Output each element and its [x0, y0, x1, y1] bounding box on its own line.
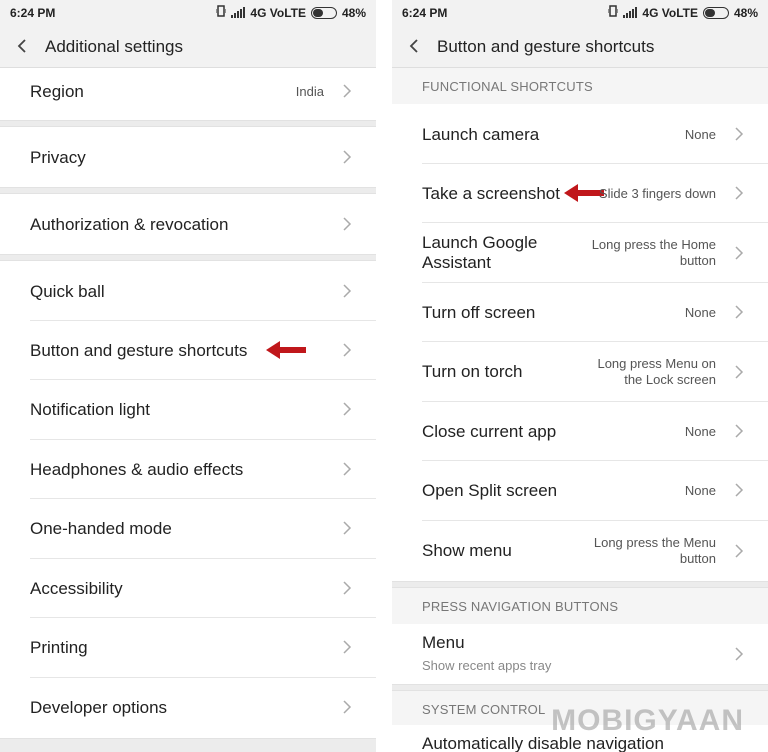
chevron-right-icon	[735, 365, 744, 379]
network-label: 4G VoLTE	[642, 5, 698, 20]
settings-item-label: Privacy	[30, 148, 86, 167]
shortcut-label: Show menu	[422, 541, 512, 560]
chevron-right-icon	[735, 305, 744, 319]
vibrate-icon	[607, 5, 619, 20]
shortcut-label: Open Split screen	[422, 481, 558, 500]
chevron-right-icon	[343, 581, 352, 595]
battery-icon	[702, 6, 729, 19]
shortcut-label: Launch Google Assistant	[422, 233, 538, 272]
chevron-right-icon	[343, 217, 352, 231]
shortcut-value: Long press the Home button	[591, 237, 716, 268]
shortcut-take-screenshot[interactable]: Take a screenshot Slide 3 fingers down	[392, 164, 768, 223]
status-bar: 6:24 PM 4G VoLTE 48%	[392, 0, 768, 26]
navigation-item-menu[interactable]: Menu Show recent apps tray	[392, 624, 768, 684]
page-title: Button and gesture shortcuts	[437, 37, 655, 56]
settings-item-label: Notification light	[30, 400, 151, 419]
battery-percent: 48%	[733, 5, 758, 20]
section-header-press-navigation: PRESS NAVIGATION BUTTONS	[392, 588, 768, 624]
settings-item-label: Printing	[30, 638, 88, 657]
shortcut-launch-camera[interactable]: Launch camera None	[392, 104, 768, 164]
shortcut-turn-on-torch[interactable]: Turn on torch Long press Menu on the Loc…	[392, 342, 768, 402]
chevron-right-icon	[343, 284, 352, 298]
chevron-right-icon	[343, 700, 352, 714]
settings-item-label: Region	[30, 82, 84, 101]
settings-item-region[interactable]: Region India	[0, 68, 376, 120]
settings-list: Region India Privacy Authorization & rev…	[0, 68, 376, 752]
settings-item-label: Authorization & revocation	[30, 215, 229, 234]
app-bar: Button and gesture shortcuts	[392, 26, 768, 68]
settings-item-label: One-handed mode	[30, 519, 172, 538]
vibrate-icon	[215, 5, 227, 20]
shortcut-show-menu[interactable]: Show menu Long press the Menu button	[392, 521, 768, 581]
status-time: 6:24 PM	[10, 6, 56, 20]
settings-item-button-gesture-shortcuts[interactable]: Button and gesture shortcuts	[0, 321, 376, 380]
chevron-right-icon	[735, 647, 744, 661]
settings-item-privacy[interactable]: Privacy	[0, 127, 376, 187]
right-phone-screen: 6:24 PM 4G VoLTE 48% Button and gesture …	[392, 0, 768, 752]
chevron-right-icon	[343, 150, 352, 164]
shortcut-label: Close current app	[422, 422, 557, 441]
settings-item-label: Headphones & audio effects	[30, 460, 244, 479]
left-phone-screen: 6:24 PM 4G VoLTE 48% Additional settings…	[0, 0, 376, 752]
page-title: Additional settings	[45, 37, 183, 56]
network-label: 4G VoLTE	[250, 5, 306, 20]
status-time: 6:24 PM	[402, 6, 448, 20]
chevron-right-icon	[735, 424, 744, 438]
settings-item-printing[interactable]: Printing	[0, 618, 376, 678]
settings-item-label: Button and gesture shortcuts	[30, 341, 248, 360]
settings-item-authorization[interactable]: Authorization & revocation	[0, 194, 376, 254]
chevron-right-icon	[343, 462, 352, 476]
watermark-logo: MOBIGYAAN	[551, 704, 744, 737]
shortcut-value: None	[684, 305, 716, 320]
signal-icon	[231, 7, 246, 18]
shortcut-value: None	[684, 127, 716, 142]
settings-item-label: Developer options	[30, 698, 168, 717]
shortcut-value: Long press Menu on the Lock screen	[597, 356, 716, 387]
shortcut-label: Take a screenshot	[422, 184, 560, 203]
app-bar: Additional settings	[0, 26, 376, 68]
signal-icon	[623, 7, 638, 18]
chevron-right-icon	[343, 84, 352, 98]
shortcut-close-current-app[interactable]: Close current app None	[392, 402, 768, 461]
chevron-right-icon	[343, 521, 352, 535]
shortcut-value: None	[684, 483, 716, 498]
chevron-right-icon	[735, 127, 744, 141]
chevron-right-icon	[343, 402, 352, 416]
battery-icon	[310, 6, 337, 19]
settings-item-label: Quick ball	[30, 282, 105, 301]
shortcut-turn-off-screen[interactable]: Turn off screen None	[392, 283, 768, 342]
settings-item-label: Accessibility	[30, 579, 123, 598]
shortcuts-list: FUNCTIONAL SHORTCUTS Launch camera None …	[392, 68, 768, 752]
status-bar: 6:24 PM 4G VoLTE 48%	[0, 0, 376, 26]
chevron-right-icon	[735, 544, 744, 558]
shortcut-launch-google-assistant[interactable]: Launch Google Assistant Long press the H…	[392, 223, 768, 283]
chevron-right-icon	[343, 640, 352, 654]
shortcut-value: Slide 3 fingers down	[598, 186, 716, 201]
chevron-right-icon	[735, 246, 744, 260]
chevron-right-icon	[343, 343, 352, 357]
red-arrow-annotation	[266, 341, 306, 359]
shortcut-open-split-screen[interactable]: Open Split screen None	[392, 461, 768, 521]
chevron-right-icon	[735, 186, 744, 200]
settings-item-value: India	[295, 84, 324, 99]
shortcut-value: None	[684, 424, 716, 439]
settings-item-headphones[interactable]: Headphones & audio effects	[0, 440, 376, 499]
shortcut-value: Long press the Menu button	[593, 535, 716, 566]
settings-item-developer-options[interactable]: Developer options	[0, 678, 376, 738]
shortcut-label: Turn off screen	[422, 303, 536, 322]
back-arrow-icon[interactable]	[406, 38, 422, 54]
settings-item-one-handed-mode[interactable]: One-handed mode	[0, 499, 376, 559]
shortcut-label: Launch camera	[422, 125, 540, 144]
settings-item-notification-light[interactable]: Notification light	[0, 380, 376, 440]
nav-item-subtitle: Show recent apps tray	[422, 658, 552, 673]
chevron-right-icon	[735, 483, 744, 497]
nav-item-label: Menu	[422, 633, 465, 652]
battery-percent: 48%	[341, 5, 366, 20]
shortcut-label: Turn on torch	[422, 362, 523, 381]
section-header-functional: FUNCTIONAL SHORTCUTS	[392, 68, 768, 104]
settings-item-quick-ball[interactable]: Quick ball	[0, 261, 376, 321]
settings-item-accessibility[interactable]: Accessibility	[0, 559, 376, 618]
back-arrow-icon[interactable]	[14, 38, 30, 54]
